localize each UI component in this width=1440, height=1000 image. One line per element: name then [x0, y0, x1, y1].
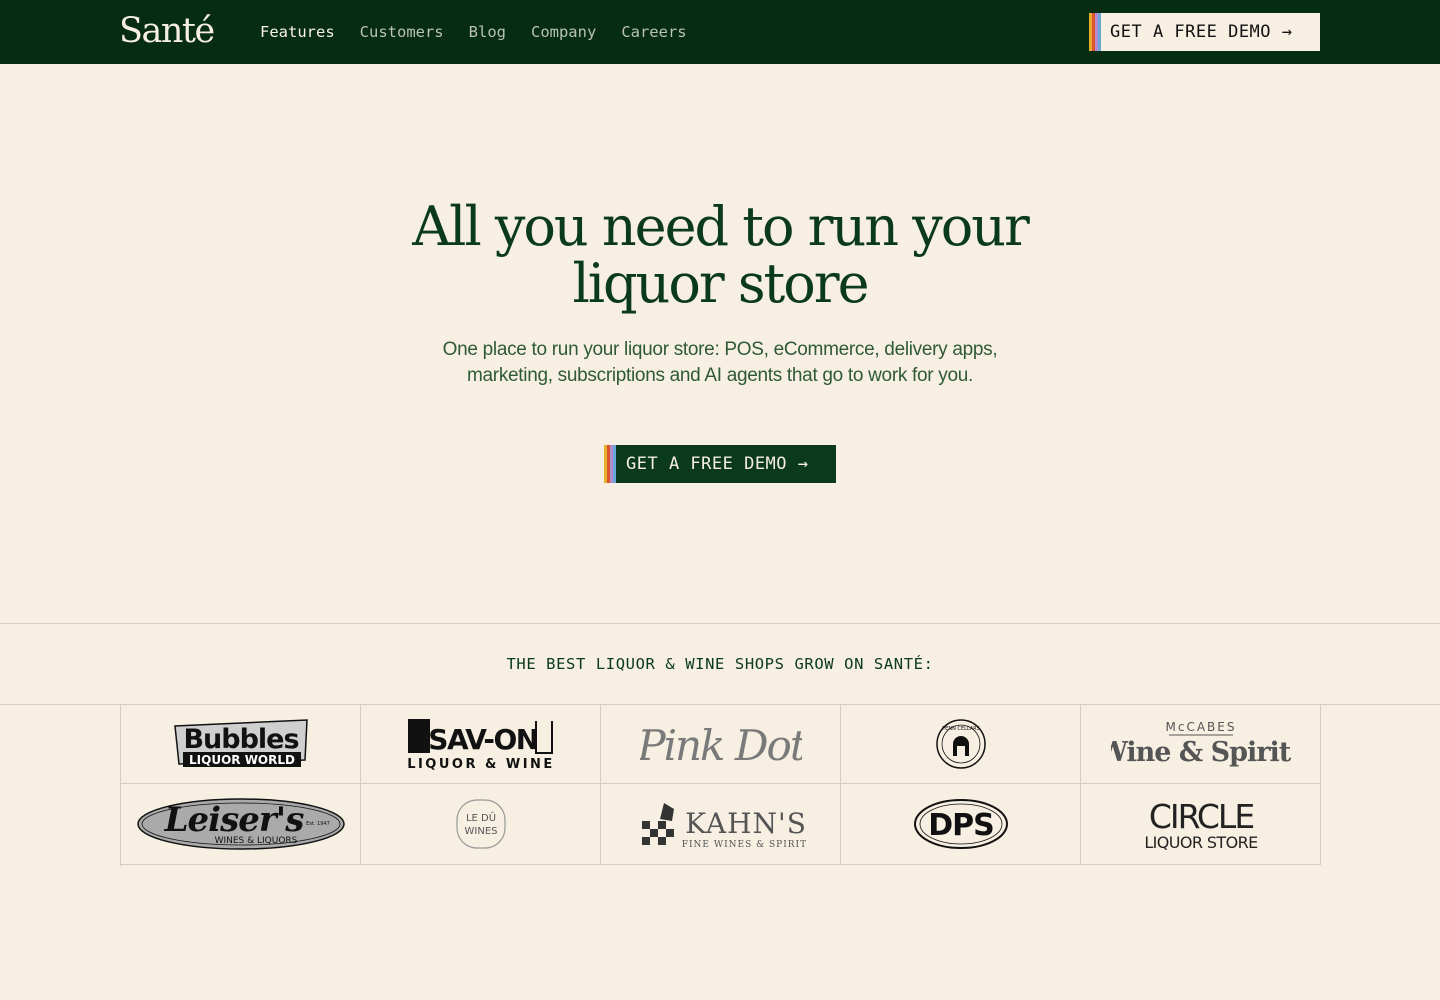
logo-bubbles: Bubbles LIQUOR WORLD: [121, 704, 361, 784]
circle-sub: LIQUOR STORE: [1144, 833, 1258, 852]
ledu-sub: WINES: [464, 826, 497, 837]
mccabes-top: McCABES: [1165, 720, 1236, 734]
logo-circle: CIRCLE LIQUOR STORE: [1081, 784, 1321, 865]
savon-name: SAV-ON: [428, 723, 537, 756]
hero-title-line1: All you need to run your: [412, 195, 1030, 258]
leisers-est: Est. 1947: [306, 821, 330, 827]
hero-demo-label: GET A FREE DEMO →: [626, 454, 809, 474]
logo-dps: DPS: [841, 784, 1081, 865]
hero-subtitle: One place to run your liquor store: POS,…: [400, 337, 1040, 389]
mccabes-name: Wine & Spirits: [1111, 737, 1291, 768]
hero-title-line2: liquor store: [572, 252, 869, 315]
kahns-name: KAHN'S: [685, 807, 806, 840]
hero-subtitle-line2: marketing, subscriptions and AI agents t…: [467, 365, 973, 386]
logo-mccabes: McCABES Wine & Spirits: [1081, 704, 1321, 784]
hero-title: All you need to run your liquor store: [320, 198, 1120, 312]
pinkdot-name: Pink Dot: [640, 721, 802, 770]
bubbles-name: Bubbles: [183, 724, 298, 755]
penn-name: PENN CELLARS: [942, 726, 980, 732]
logo-pinkdot: Pink Dot: [601, 704, 841, 784]
customer-logo-grid: Bubbles LIQUOR WORLD SAV-ON LIQUOR & WIN…: [120, 704, 1321, 866]
leisers-sub: WINES & LIQUORS: [214, 836, 297, 846]
bubbles-sub: LIQUOR WORLD: [189, 753, 295, 767]
logo-kahns: KAHN'S FINE WINES & SPIRITS: [601, 784, 841, 865]
logo-ledu: LE DÛ WINES: [361, 784, 601, 865]
logo-leisers: Leiser's WINES & LIQUORS Est. 1947: [121, 784, 361, 865]
savon-sub: LIQUOR & WINE: [407, 757, 555, 771]
circle-name: CIRCLE: [1148, 797, 1252, 836]
sante-logo[interactable]: Santé: [119, 11, 215, 51]
hero-subtitle-line1: One place to run your liquor store: POS,…: [442, 339, 998, 360]
dps-name: DPS: [928, 808, 994, 843]
rainbow-stripe: [604, 445, 616, 483]
nav-links: Features Customers Blog Company Careers: [260, 21, 712, 43]
hero-demo-button[interactable]: GET A FREE DEMO →: [604, 445, 836, 483]
nav-link-company[interactable]: Company: [531, 21, 596, 43]
top-navbar: Santé Features Customers Blog Company Ca…: [0, 0, 1440, 64]
rainbow-stripe: [1089, 13, 1101, 51]
nav-link-blog[interactable]: Blog: [469, 21, 506, 43]
nav-link-careers[interactable]: Careers: [621, 21, 686, 43]
ledu-name: LE DÛ: [465, 811, 495, 824]
nav-demo-button[interactable]: GET A FREE DEMO →: [1089, 13, 1320, 51]
kahns-sub: FINE WINES & SPIRITS: [681, 840, 805, 850]
customers-heading: THE BEST LIQUOR & WINE SHOPS GROW ON SAN…: [506, 655, 934, 673]
logo-penn-cellars: PENN CELLARS: [841, 704, 1081, 784]
leisers-name: Leiser's: [163, 800, 304, 840]
nav-link-features[interactable]: Features: [260, 21, 335, 43]
logo-savon: SAV-ON LIQUOR & WINE: [361, 704, 601, 784]
nav-link-customers[interactable]: Customers: [360, 21, 444, 43]
section-divider: [0, 623, 1440, 624]
nav-demo-label: GET A FREE DEMO →: [1110, 22, 1293, 42]
